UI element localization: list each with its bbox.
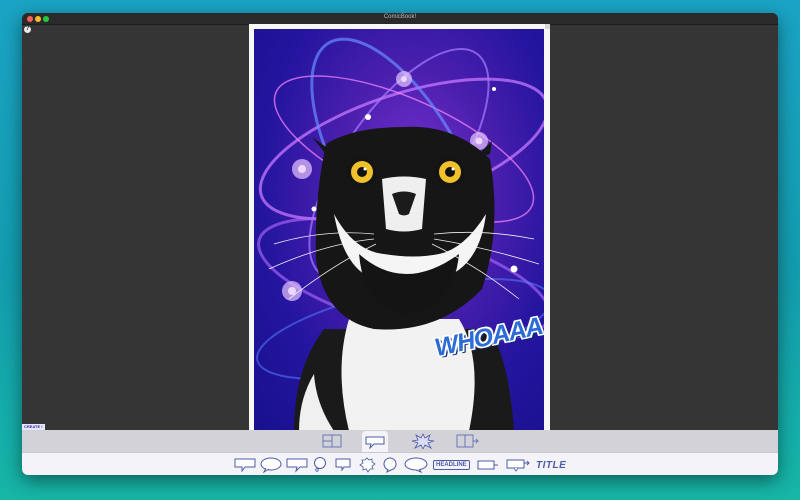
app-window: ComicBook! ? WHOAAA CREATE ! HEADLINE TI…: [22, 13, 778, 475]
speech-balloon-icon: [365, 436, 385, 449]
cat-photo-artwork: [256, 37, 544, 431]
comic-page[interactable]: WHOAAA: [249, 24, 550, 436]
small-balloon-tool[interactable]: [334, 457, 352, 473]
square-balloon-tool[interactable]: [286, 457, 308, 473]
effects-tab[interactable]: [410, 433, 436, 449]
balloon-tool-tray: HEADLINE TITLE: [22, 452, 778, 475]
headline-tool[interactable]: HEADLINE: [433, 457, 470, 473]
oval-balloon-icon: [260, 457, 282, 473]
rect-balloon-tool[interactable]: [234, 457, 256, 473]
caption-pointer-tool[interactable]: [506, 457, 530, 473]
round-balloon-tool[interactable]: [382, 457, 398, 473]
rect-balloon-icon: [234, 458, 256, 473]
wide-oval-balloon-tool[interactable]: [404, 457, 428, 473]
thought-balloon-icon: [314, 457, 326, 472]
burst-balloon-tool[interactable]: [358, 457, 376, 473]
spiky-balloon-icon: [359, 457, 376, 473]
layouts-tab[interactable]: [319, 433, 345, 449]
category-tab-bar: [22, 430, 778, 452]
thought-balloon-tool[interactable]: [312, 457, 328, 473]
comic-panel[interactable]: WHOAAA: [254, 29, 544, 431]
title-label: TITLE: [536, 459, 567, 471]
window-title: ComicBook!: [383, 14, 417, 20]
title-tool[interactable]: TITLE: [536, 457, 566, 473]
burst-effect-icon: [411, 433, 435, 449]
caption-pointer-icon: [506, 459, 530, 472]
headline-label: HEADLINE: [433, 460, 470, 470]
small-balloon-icon: [335, 458, 351, 472]
pages-tab[interactable]: [454, 433, 480, 449]
panel-layout-icon: [322, 434, 342, 448]
page-corner-handle[interactable]: [545, 24, 550, 29]
round-balloon-icon: [383, 457, 397, 473]
help-button[interactable]: ?: [24, 26, 31, 33]
balloons-tab[interactable]: [362, 431, 388, 452]
add-page-icon: [456, 434, 479, 448]
square-balloon-icon: [286, 458, 308, 473]
oval-balloon-tool[interactable]: [260, 457, 282, 473]
caption-box-icon: [477, 460, 498, 470]
caption-box-tool[interactable]: [477, 457, 499, 473]
wide-oval-balloon-icon: [404, 457, 428, 473]
